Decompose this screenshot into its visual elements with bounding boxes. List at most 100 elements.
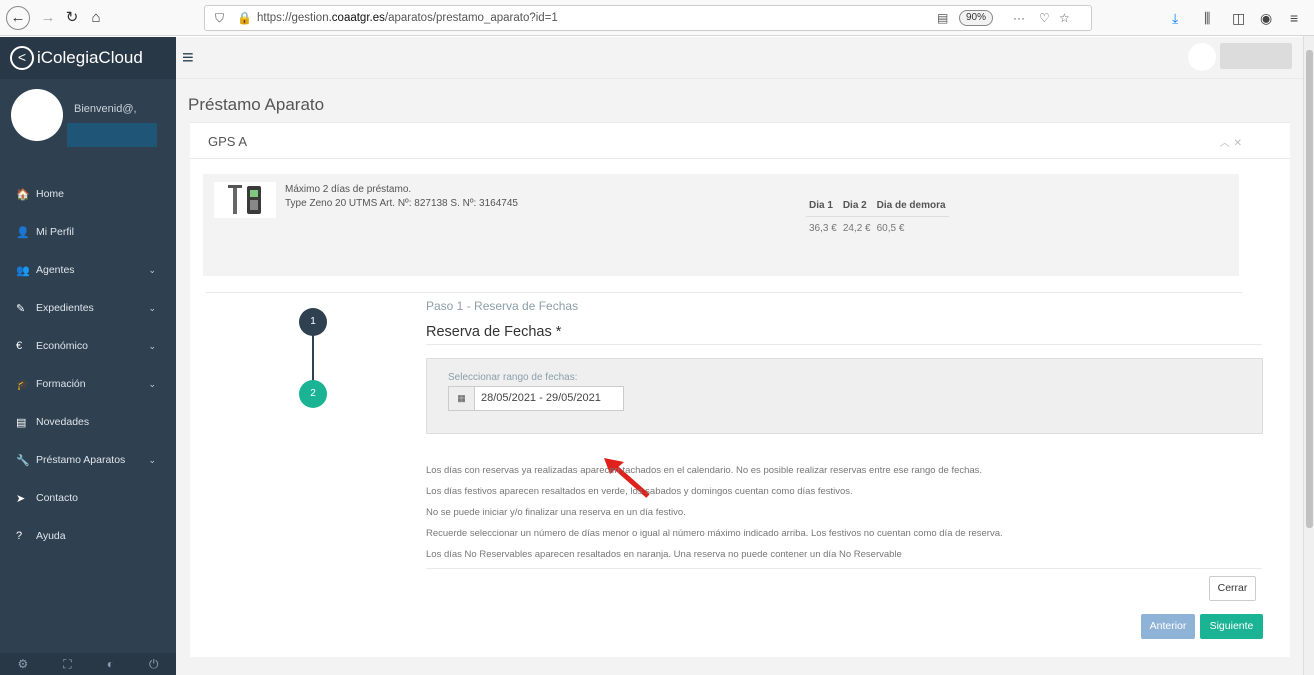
header-user-redacted[interactable] <box>1220 43 1292 69</box>
sidebar-item-expedientes[interactable]: ✎ Expedientes ⌄ <box>0 289 176 327</box>
sidebar-item-label: Expedientes <box>36 302 94 314</box>
avatar[interactable] <box>11 89 63 141</box>
sidebar-item-económico[interactable]: € Económico ⌄ <box>0 327 176 365</box>
settings-icon[interactable]: ⚙ <box>18 657 29 671</box>
price-header: Dia 2 <box>839 194 874 217</box>
welcome-text: Bienvenid@, <box>74 103 137 115</box>
previous-button[interactable]: Anterior <box>1141 614 1195 639</box>
library-icon[interactable]: ⫼ <box>1204 10 1210 27</box>
chevron-down-icon: ⌄ <box>148 378 156 389</box>
shield-icon[interactable]: ⛉ <box>215 11 224 26</box>
reload-icon[interactable]: ↻ <box>60 6 84 30</box>
graduation-cap-icon: 🎓 <box>16 378 30 391</box>
price-header: Dia de demora <box>873 194 949 217</box>
user-icon: 👤 <box>16 226 30 239</box>
fullscreen-icon[interactable]: ⛶ <box>63 657 71 672</box>
bookmark-star-icon[interactable]: ☆ <box>1059 11 1070 25</box>
browser-toolbar: ← → ↻ ⌂ ⛉ 🔒 https://gestion.coaatgr.es/a… <box>0 0 1314 36</box>
header-avatar[interactable] <box>1188 43 1216 71</box>
paper-plane-icon: ➤ <box>16 492 26 505</box>
sidebar-item-label: Préstamo Aparatos <box>36 454 126 466</box>
brand[interactable]: < iColegiaCloud <box>0 37 176 79</box>
sidebar-menu: 🏠 Home 👤 Mi Perfil 👥 Agentes ⌄ ✎ Expedientes ⌄ € Ec… <box>0 175 176 555</box>
sidebar-item-label: Contacto <box>36 492 79 504</box>
home-icon[interactable]: ⌂ <box>84 6 108 30</box>
calendar-icon[interactable]: ▦ <box>449 387 475 410</box>
profile-block: Bienvenid@, <box>0 79 176 175</box>
sidebar-toggle-icon[interactable]: ◫ <box>1232 10 1245 27</box>
date-range-label: Seleccionar rango de fechas: <box>448 372 578 383</box>
info-text: Los días festivos aparecen resaltados en… <box>426 486 853 497</box>
username-redacted <box>67 123 157 147</box>
download-icon[interactable]: ⤓ <box>1172 10 1178 27</box>
sidebar-item-contacto[interactable]: ➤ Contacto <box>0 479 176 517</box>
newspaper-icon: ▤ <box>16 416 27 429</box>
close-icon[interactable]: ✕ <box>1234 138 1246 149</box>
brand-name: iColegiaCloud <box>37 48 143 67</box>
device-image <box>214 182 276 218</box>
divider <box>206 292 1242 293</box>
divider <box>426 568 1262 569</box>
power-icon[interactable]: ⏻ <box>149 657 159 672</box>
sidebar-item-formación[interactable]: 🎓 Formación ⌄ <box>0 365 176 403</box>
step-2-indicator[interactable]: 2 <box>299 380 327 408</box>
divider <box>426 344 1262 345</box>
sidebar-item-label: Agentes <box>36 264 75 276</box>
question-icon: ? <box>16 530 23 542</box>
back-arrow-icon[interactable]: ← <box>6 6 30 30</box>
account-icon[interactable]: ◉ <box>1260 10 1272 27</box>
device-model-text: Type Zeno 20 UTMS Art. Nº: 827138 S. Nº:… <box>285 198 518 209</box>
hamburger-menu-icon[interactable]: ≡ <box>182 47 194 70</box>
panel-header: GPS A ︿✕ <box>190 123 1290 159</box>
panel-tools: ︿✕ <box>1220 134 1246 149</box>
main-content: Préstamo Aparato GPS A ︿✕ Máximo 2 días … <box>176 79 1303 675</box>
address-bar[interactable]: ⛉ 🔒 https://gestion.coaatgr.es/aparatos/… <box>204 5 1092 31</box>
menu-icon[interactable]: ≡ <box>1290 10 1298 26</box>
sidebar-item-ayuda[interactable]: ? Ayuda <box>0 517 176 555</box>
section-title: Reserva de Fechas * <box>426 324 562 340</box>
collapse-icon[interactable]: ︿ <box>1220 138 1234 149</box>
edit-icon: ✎ <box>16 302 26 315</box>
next-button[interactable]: Siguiente <box>1200 614 1263 639</box>
sidebar-item-label: Formación <box>36 378 86 390</box>
chevron-down-icon: ⌄ <box>148 340 156 351</box>
lock-icon[interactable]: 🔒 <box>237 11 252 25</box>
chevron-down-icon: ⌄ <box>148 302 156 313</box>
sidebar-item-home[interactable]: 🏠 Home <box>0 175 176 213</box>
info-text: No se puede iniciar y/o finalizar una re… <box>426 507 686 518</box>
price-cell: 60,5 € <box>876 223 905 234</box>
sidebar-item-label: Ayuda <box>36 530 66 542</box>
sidebar-item-novedades[interactable]: ▤ Novedades <box>0 403 176 441</box>
info-text: Recuerde seleccionar un número de días m… <box>426 528 1003 539</box>
scrollbar-thumb[interactable] <box>1306 50 1313 528</box>
hide-icon[interactable]: ◐ <box>107 657 114 671</box>
sidebar-item-label: Novedades <box>36 416 90 428</box>
reader-view-icon[interactable]: ▤ <box>937 11 948 25</box>
sidebar: < iColegiaCloud Bienvenid@, 🏠 Home 👤 Mi Per… <box>0 37 176 675</box>
step-1-indicator[interactable]: 1 <box>299 308 327 336</box>
page-title: Préstamo Aparato <box>188 95 325 114</box>
date-range-box: Seleccionar rango de fechas: ▦ 28/05/202… <box>426 358 1263 434</box>
sidebar-item-préstamo-aparatos[interactable]: 🔧 Préstamo Aparatos ⌄ <box>0 441 176 479</box>
chevron-down-icon: ⌄ <box>148 454 156 465</box>
info-text: Los días No Reservables aparecen resalta… <box>426 549 902 560</box>
panel-title: GPS A <box>208 134 248 149</box>
sidebar-item-agentes[interactable]: 👥 Agentes ⌄ <box>0 251 176 289</box>
users-icon: 👥 <box>16 264 30 277</box>
sidebar-item-label: Home <box>36 188 65 200</box>
sidebar-item-mi-perfil[interactable]: 👤 Mi Perfil <box>0 213 176 251</box>
pocket-icon[interactable]: ♡ <box>1039 11 1050 25</box>
sidebar-footer: ⚙ ⛶ ◐ ⏻ <box>0 653 176 675</box>
price-header: Dia 1 <box>806 194 840 217</box>
close-button[interactable]: Cerrar <box>1209 576 1256 601</box>
euro-icon: € <box>16 340 23 352</box>
date-range-input[interactable]: ▦ 28/05/2021 - 29/05/2021 <box>448 386 624 411</box>
step-label: Paso 1 - Reserva de Fechas <box>426 299 579 313</box>
forward-arrow-icon[interactable]: → <box>36 6 60 30</box>
sidebar-item-label: Económico <box>36 340 88 352</box>
url-text: https://gestion.coaatgr.es/aparatos/pres… <box>257 12 558 24</box>
more-actions-icon[interactable]: ··· <box>1013 11 1025 25</box>
top-header: ≡ <box>176 37 1303 79</box>
page-scrollbar[interactable] <box>1303 36 1314 675</box>
zoom-level[interactable]: 90% <box>959 10 993 26</box>
